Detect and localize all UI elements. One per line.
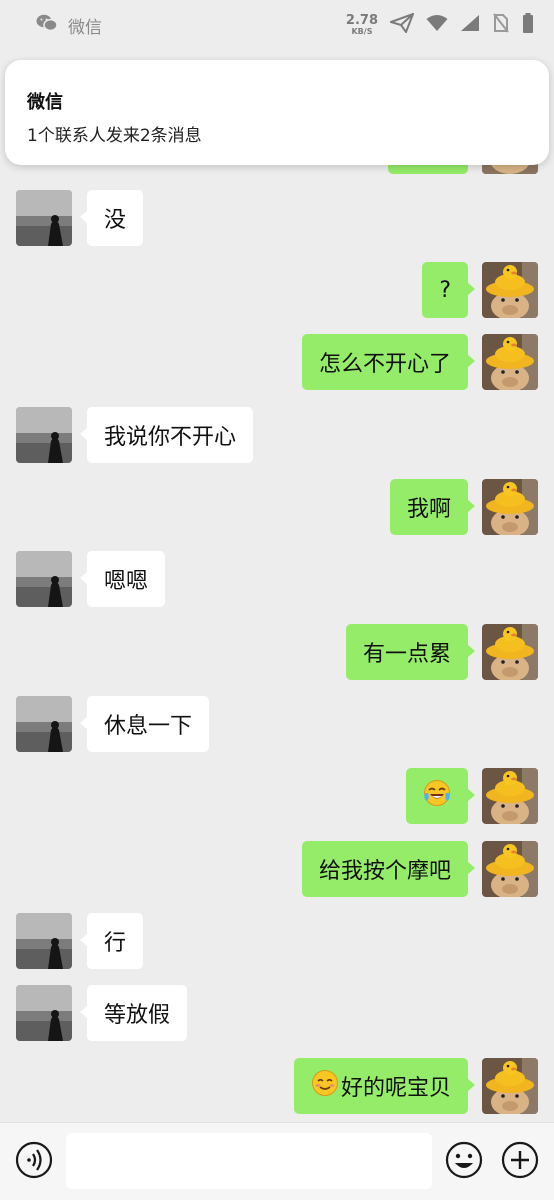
avatar-self[interactable] xyxy=(482,262,538,318)
message-bubble[interactable]: 没 xyxy=(79,190,144,246)
avatar-contact[interactable] xyxy=(16,696,72,752)
chat-message-incoming: 休息一下 xyxy=(0,696,554,752)
signal-icon xyxy=(460,14,480,37)
notification-banner[interactable]: 微信 1个联系人发来2条消息 xyxy=(5,60,549,165)
notification-title: 微信 xyxy=(27,92,63,113)
avatar-self[interactable] xyxy=(482,1058,538,1114)
net-speed-value: 2.78 xyxy=(345,13,378,28)
message-bubble[interactable] xyxy=(406,768,475,824)
airplane-send-icon xyxy=(387,11,415,38)
chat-message-incoming: 等放假 xyxy=(0,985,554,1041)
avatar-contact[interactable] xyxy=(16,985,72,1041)
message-bubble[interactable]: ? xyxy=(422,262,475,318)
chat-message-outgoing: 有一点累 xyxy=(0,624,554,680)
message-input[interactable] xyxy=(66,1133,432,1189)
status-bar: 微信 2.78 KB/S xyxy=(0,0,554,50)
message-bubble[interactable]: 行 xyxy=(79,913,144,969)
notification-body: 1个联系人发来2条消息 xyxy=(27,126,202,146)
status-app-name: 微信 xyxy=(68,17,102,38)
more-button[interactable] xyxy=(500,1140,540,1180)
blushing-smile-emoji-icon xyxy=(311,1069,339,1103)
avatar-self[interactable] xyxy=(482,768,538,824)
voice-button[interactable] xyxy=(14,1140,54,1180)
avatar-contact[interactable] xyxy=(16,913,72,969)
message-text: 好的呢宝贝 xyxy=(340,1076,451,1101)
laughing-crying-emoji-icon xyxy=(423,779,451,813)
status-right: 2.78 KB/S xyxy=(346,11,534,38)
battery-icon xyxy=(522,12,534,38)
chat-message-incoming: 行 xyxy=(0,913,554,969)
message-bubble[interactable]: 我说你不开心 xyxy=(79,407,254,463)
status-left: 微信 xyxy=(36,13,102,38)
message-bubble[interactable]: 我啊 xyxy=(389,479,476,535)
avatar-self[interactable] xyxy=(482,334,538,390)
chat-message-incoming: 嗯嗯 xyxy=(0,551,554,607)
wechat-logo-icon xyxy=(36,14,58,37)
chat-message-list[interactable]: 没 ? 怎么不开心了 我说你不开心 我啊 嗯嗯 有一点累 休息一下 给我按个摩吧… xyxy=(0,50,554,1122)
message-bubble[interactable]: 好的呢宝贝 xyxy=(293,1058,476,1114)
chat-message-outgoing: ? xyxy=(0,262,554,318)
avatar-self[interactable] xyxy=(482,841,538,897)
chat-message-incoming: 我说你不开心 xyxy=(0,407,554,463)
plus-icon xyxy=(500,1141,540,1184)
chat-message-outgoing: 好的呢宝贝 xyxy=(0,1058,554,1114)
emoji-icon xyxy=(444,1141,484,1184)
message-bubble[interactable]: 嗯嗯 xyxy=(79,551,166,607)
chat-message-incoming: 没 xyxy=(0,190,554,246)
chat-message-outgoing: 给我按个摩吧 xyxy=(0,841,554,897)
chat-message-outgoing: 我啊 xyxy=(0,479,554,535)
message-bubble[interactable]: 休息一下 xyxy=(79,696,210,752)
message-bubble[interactable]: 给我按个摩吧 xyxy=(301,841,476,897)
net-speed: 2.78 KB/S xyxy=(346,14,378,36)
avatar-contact[interactable] xyxy=(16,407,72,463)
chat-message-outgoing: 怎么不开心了 xyxy=(0,334,554,390)
chat-message-outgoing xyxy=(0,768,554,824)
avatar-self[interactable] xyxy=(482,479,538,535)
message-bubble[interactable]: 等放假 xyxy=(79,985,188,1041)
avatar-contact[interactable] xyxy=(16,190,72,246)
emoji-button[interactable] xyxy=(444,1140,484,1180)
message-bubble[interactable]: 怎么不开心了 xyxy=(301,334,476,390)
avatar-contact[interactable] xyxy=(16,551,72,607)
input-bar xyxy=(0,1122,554,1200)
avatar-self[interactable] xyxy=(482,624,538,680)
voice-icon xyxy=(14,1141,54,1184)
no-sim-icon xyxy=(492,12,510,38)
wifi-icon xyxy=(426,14,448,37)
message-bubble[interactable]: 有一点累 xyxy=(345,624,476,680)
net-speed-unit: KB/S xyxy=(351,27,373,36)
